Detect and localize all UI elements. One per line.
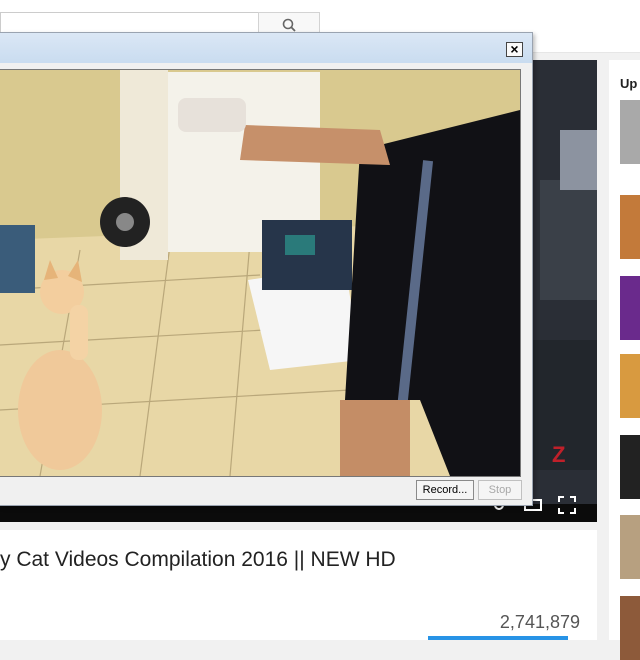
video-title: y Cat Videos Compilation 2016 || NEW HD [0, 548, 396, 571]
recorder-preview [0, 69, 521, 477]
watermark-logo: Z [552, 442, 566, 467]
sidebar-thumbnail[interactable] [620, 354, 640, 418]
sidebar-thumbnail[interactable] [620, 100, 640, 164]
recorder-window: × Record... Stop [0, 32, 533, 506]
sidebar-thumbnail[interactable] [620, 435, 640, 499]
sidebar-thumbnail[interactable] [620, 276, 640, 340]
view-count: 2,741,879 [499, 612, 580, 632]
close-button[interactable]: × [506, 42, 523, 57]
search-icon [282, 18, 296, 32]
fullscreen-icon[interactable] [558, 496, 576, 514]
like-bar [428, 636, 568, 640]
stop-button[interactable]: Stop [478, 480, 522, 500]
recorder-titlebar[interactable] [0, 33, 532, 63]
sidebar-thumbnail[interactable] [620, 195, 640, 259]
up-next-heading: Up n [620, 76, 640, 91]
record-button[interactable]: Record... [416, 480, 474, 500]
sidebar-thumbnail[interactable] [620, 515, 640, 579]
sidebar-thumbnail[interactable] [620, 596, 640, 660]
